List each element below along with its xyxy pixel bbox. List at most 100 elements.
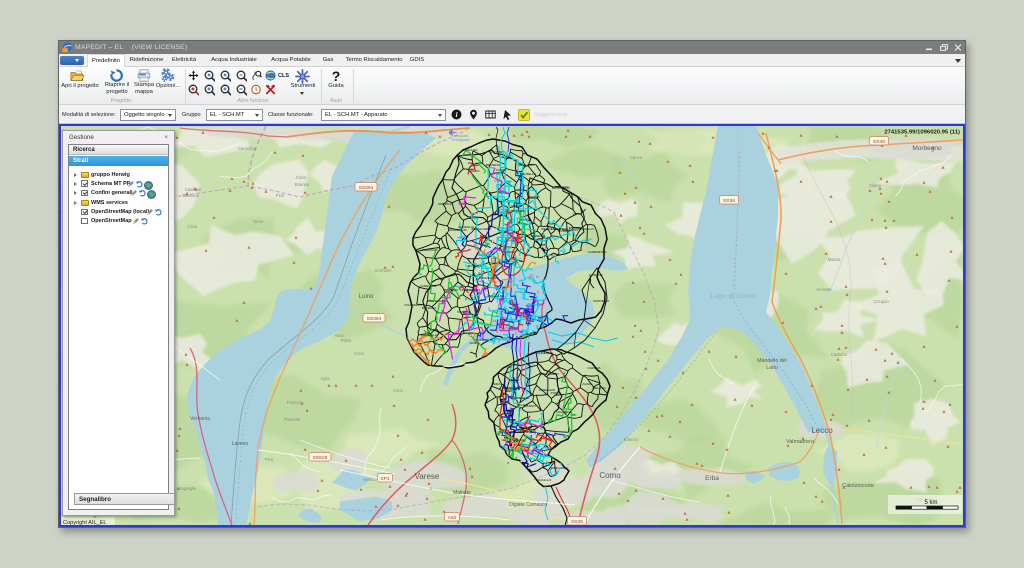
svg-text:Malnate: Malnate [453,490,471,496]
svg-text:A60: A60 [448,515,457,521]
svg-text:Laveno: Laveno [232,441,249,447]
svg-text:DAVESCO: DAVESCO [557,410,572,414]
svg-text:NOVAGGIO: NOVAGGIO [518,163,535,167]
svg-text:Olgiate Comasco: Olgiate Comasco [509,502,548,508]
svg-text:STABIO: STABIO [468,169,480,173]
svg-text:Lecco: Lecco [811,426,833,435]
svg-text:TAVERNE: TAVERNE [457,310,471,314]
svg-text:2741535.99/1096020.95 (11): 2741535.99/1096020.95 (11) [884,130,960,136]
svg-text:Calolziocorte: Calolziocorte [842,483,874,489]
svg-text:CANOBBIO: CANOBBIO [593,299,610,303]
svg-text:AGNO: AGNO [469,341,479,345]
svg-text:Lago di Como: Lago di Como [711,293,756,300]
svg-text:Clivio: Clivio [393,388,404,393]
svg-text:VEZIA: VEZIA [492,382,502,386]
svg-text:Lario: Lario [766,365,778,371]
svg-text:Luino: Luino [359,294,374,300]
svg-text:BRUZELLA: BRUZELLA [520,172,537,176]
svg-text:CUREGLIA: CUREGLIA [537,351,554,355]
svg-text:MELANO: MELANO [555,185,569,189]
svg-text:Pino: Pino [276,193,285,198]
svg-text:CANEGGIO: CANEGGIO [420,284,437,288]
svg-text:BEDIGLIORA: BEDIGLIORA [472,227,492,231]
svg-text:PAZZALLO: PAZZALLO [578,227,594,231]
svg-text:SAVOSA: SAVOSA [490,150,503,154]
svg-text:Porlezza: Porlezza [287,400,304,405]
svg-text:Porto: Porto [341,338,352,343]
svg-text:BRUSINO: BRUSINO [486,163,501,167]
svg-text:Nesso: Nesso [363,477,376,482]
svg-text:MIGLIEGLIA: MIGLIEGLIA [511,396,529,400]
svg-text:Carlazzo: Carlazzo [831,352,848,357]
svg-text:Bassano: Bassano [183,193,200,198]
svg-text:MELANO: MELANO [592,386,606,390]
svg-text:Verbania: Verbania [190,416,210,422]
svg-text:BALERNA: BALERNA [422,306,437,310]
svg-text:Canzo: Canzo [630,155,643,160]
svg-text:FIGINO: FIGINO [505,250,516,254]
svg-text:Asso: Asso [334,333,344,338]
svg-text:BRUSINO: BRUSINO [444,288,459,292]
svg-text:Pino: Pino [265,457,274,462]
svg-text:PAZZALLO: PAZZALLO [422,248,438,252]
svg-text:VACALLO: VACALLO [537,478,552,482]
svg-text:SS38: SS38 [873,139,885,145]
svg-text:Clivio: Clivio [296,175,307,180]
svg-text:ROVIO: ROVIO [468,264,479,268]
svg-text:LIGORNETTO: LIGORNETTO [460,288,481,292]
svg-text:PURA: PURA [511,378,521,382]
svg-text:CURIO: CURIO [496,168,507,172]
svg-text:CADEMPINO: CADEMPINO [588,250,607,254]
svg-text:Cocquio: Cocquio [873,299,889,304]
svg-text:TAVERNE: TAVERNE [531,234,545,238]
svg-text:MONTE: MONTE [511,204,522,208]
svg-text:MANNO: MANNO [528,195,540,199]
svg-text:Claino: Claino [869,183,882,188]
svg-text:CARONA: CARONA [587,366,601,370]
svg-text:Morbegno: Morbegno [912,145,942,152]
svg-text:5 km: 5 km [924,500,937,506]
svg-text:Arcisate: Arcisate [816,287,832,292]
svg-text:Cannobio: Cannobio [238,146,257,151]
svg-text:FIGINO: FIGINO [518,403,529,407]
svg-text:Porlezza: Porlezza [284,417,301,422]
svg-text:VEZIA: VEZIA [573,212,583,216]
svg-text:AGNO: AGNO [582,382,592,386]
svg-text:MIGLIEGLIA: MIGLIEGLIA [518,429,536,433]
svg-text:di Magadino: di Magadino [452,138,471,142]
svg-text:Varese: Varese [415,472,440,481]
svg-text:SONVICO: SONVICO [438,202,453,206]
svg-text:Magreglio: Magreglio [178,486,197,491]
svg-text:VACALLO: VACALLO [506,387,521,391]
svg-text:CAMIGNOLO: CAMIGNOLO [550,466,570,470]
svg-text:Como: Como [599,471,621,480]
svg-text:Cassano: Cassano [185,187,202,192]
svg-text:SP1: SP1 [380,476,390,482]
svg-text:Clivio: Clivio [187,224,198,229]
svg-text:BRUZELLA: BRUZELLA [421,333,438,337]
svg-text:Azzio: Azzio [354,351,365,356]
svg-text:Valmadrera: Valmadrera [786,439,815,445]
svg-text:PONTE: PONTE [551,391,562,395]
svg-text:VIGANELLO: VIGANELLO [404,303,422,307]
svg-text:GRAVESANO: GRAVESANO [539,372,559,376]
svg-text:NOVAZZANO: NOVAZZANO [505,209,525,213]
svg-text:Onno: Onno [253,219,264,224]
svg-text:BEDIGLIORA: BEDIGLIORA [542,227,562,231]
svg-text:MIGLIEGLIA: MIGLIEGLIA [427,299,445,303]
svg-text:SS629: SS629 [313,455,328,461]
svg-text:Marzio: Marzio [828,257,841,262]
svg-text:Sormano: Sormano [375,268,393,273]
svg-text:CASIMA: CASIMA [477,338,490,342]
svg-text:SS36: SS36 [723,198,735,204]
svg-text:CUREGLIA: CUREGLIA [458,225,475,229]
svg-text:ISONE: ISONE [515,438,525,442]
svg-text:GRAVESANO: GRAVESANO [479,276,499,280]
svg-text:SS394: SS394 [359,185,374,191]
svg-text:Agra: Agra [321,376,331,381]
svg-text:Brienno: Brienno [624,437,639,442]
svg-text:Brienno: Brienno [295,182,310,187]
svg-text:Mandello del: Mandello del [757,358,786,364]
svg-text:SS35: SS35 [571,519,583,525]
svg-text:Erba: Erba [705,475,719,482]
